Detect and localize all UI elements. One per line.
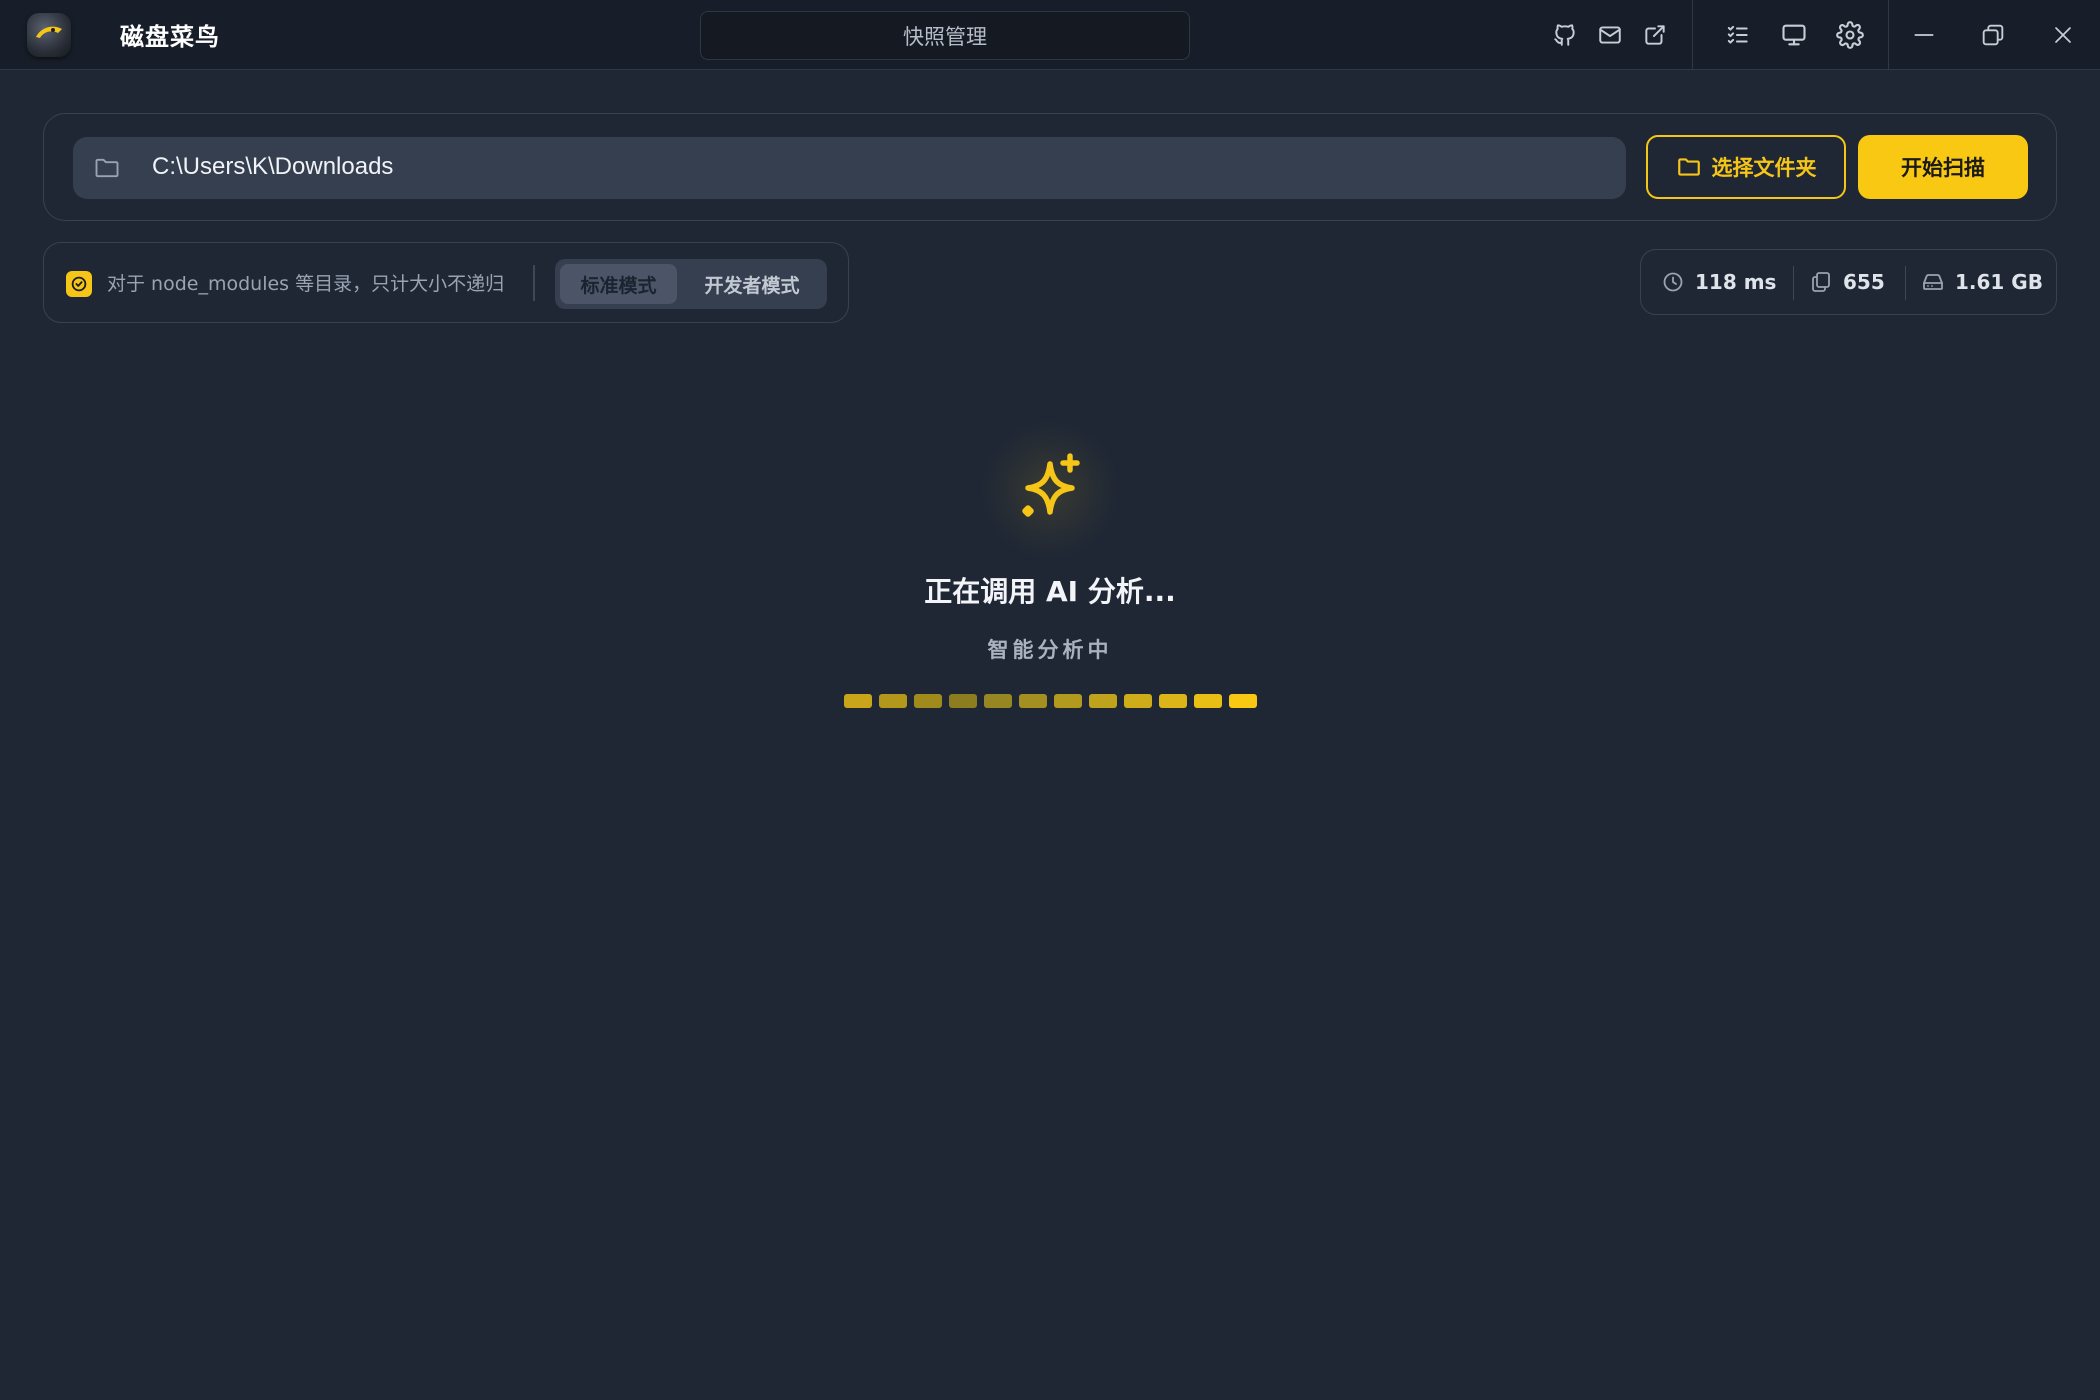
mode-developer-button[interactable]: 开发者模式	[683, 264, 821, 304]
snapshot-management-button[interactable]: 快照管理	[700, 11, 1190, 60]
progress-segment	[844, 694, 872, 708]
external-link-icon[interactable]	[1637, 17, 1673, 53]
progress-segment	[1124, 694, 1152, 708]
ai-sparkle-icon	[980, 420, 1120, 560]
restore-icon[interactable]	[1975, 17, 2011, 53]
progress-segment	[1089, 694, 1117, 708]
choose-folder-label: 选择文件夹	[1711, 156, 1817, 180]
choose-folder-button[interactable]: 选择文件夹	[1646, 135, 1846, 199]
clock-icon	[1661, 270, 1685, 294]
mode-standard-button[interactable]: 标准模式	[560, 264, 677, 304]
progress-segment	[1229, 694, 1257, 708]
minimize-icon[interactable]	[1906, 17, 1942, 53]
path-value[interactable]: C:\Users\K\Downloads	[152, 153, 393, 181]
progress-segment	[1054, 694, 1082, 708]
github-icon[interactable]	[1547, 17, 1583, 53]
mail-icon[interactable]	[1592, 17, 1628, 53]
settings-icon[interactable]	[1832, 17, 1868, 53]
progress-segment	[984, 694, 1012, 708]
options-panel: 对于 node_modules 等目录，只计大小不递归 标准模式 开发者模式	[43, 242, 849, 323]
stat-time-value: 118 ms	[1695, 270, 1777, 294]
progress-segment	[879, 694, 907, 708]
app-logo	[27, 13, 71, 57]
path-input[interactable]: C:\Users\K\Downloads	[73, 137, 1626, 199]
checklist-icon[interactable]	[1720, 17, 1756, 53]
stat-size: 1.61 GB	[1921, 250, 2043, 314]
path-panel: C:\Users\K\Downloads 选择文件夹 开始扫描	[43, 113, 2057, 221]
stat-time: 118 ms	[1661, 250, 1776, 314]
progress-segment	[1019, 694, 1047, 708]
skip-node-modules-label: 对于 node_modules 等目录，只计大小不递归	[107, 273, 505, 295]
close-icon[interactable]	[2045, 17, 2081, 53]
hard-drive-icon	[1921, 270, 1945, 294]
stats-panel: 118 ms 655 1.61 GB	[1640, 249, 2057, 315]
files-icon	[1809, 270, 1833, 294]
progress-segment	[914, 694, 942, 708]
stat-files: 655	[1809, 250, 1885, 314]
divider	[533, 265, 535, 301]
start-scan-button[interactable]: 开始扫描	[1858, 135, 2028, 199]
app-title: 磁盘菜鸟	[120, 23, 220, 51]
loading-subtitle: 智能分析中	[987, 638, 1113, 662]
progress-segment	[1194, 694, 1222, 708]
skip-node-modules-checkbox[interactable]	[66, 271, 92, 297]
progress-segment	[1159, 694, 1187, 708]
monitor-icon[interactable]	[1776, 17, 1812, 53]
folder-icon	[93, 154, 121, 186]
title-bar: 磁盘菜鸟 快照管理	[0, 0, 2100, 70]
loading-title: 正在调用 AI 分析...	[924, 575, 1176, 608]
stat-files-value: 655	[1843, 270, 1885, 294]
mode-switch: 标准模式 开发者模式	[555, 259, 827, 309]
stat-size-value: 1.61 GB	[1955, 270, 2043, 294]
loading-progress	[844, 694, 1257, 708]
folder-icon	[1676, 154, 1702, 180]
progress-segment	[949, 694, 977, 708]
